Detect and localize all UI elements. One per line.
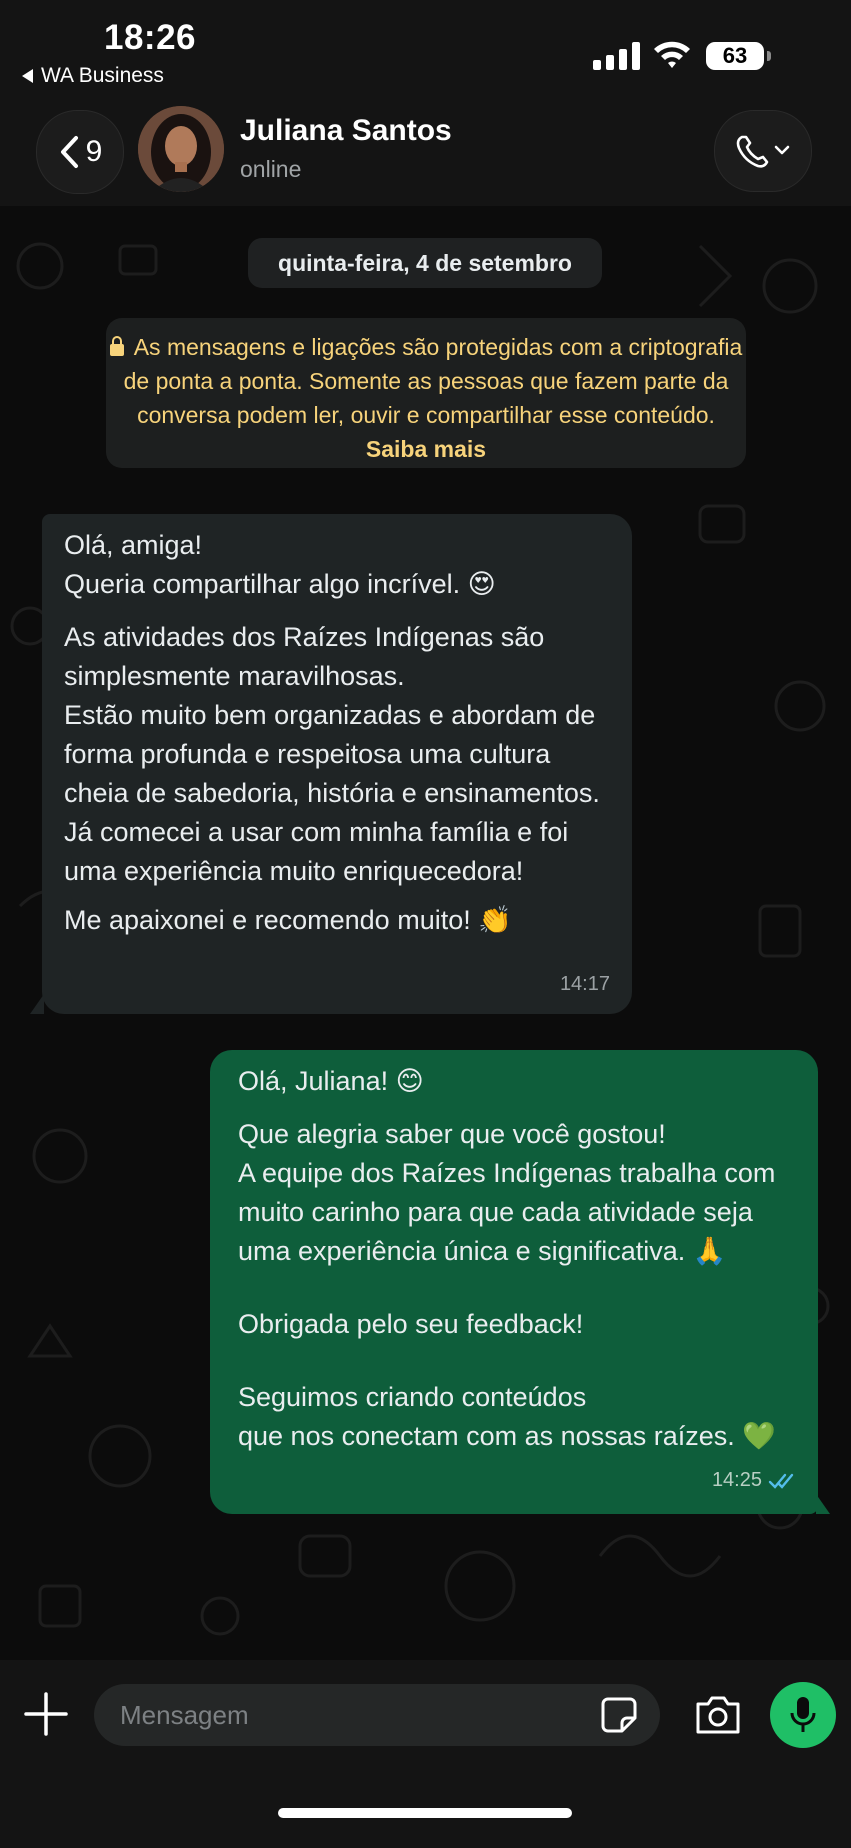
- wifi-icon: [654, 41, 690, 68]
- incoming-message[interactable]: Olá, amiga! Queria compartilhar algo inc…: [30, 514, 632, 1014]
- contact-name[interactable]: Juliana Santos: [240, 114, 452, 148]
- encryption-notice[interactable]: As mensagens e ligações são protegidas c…: [106, 318, 746, 468]
- message-text: Que alegria saber que você gostou! A equ…: [238, 1119, 776, 1266]
- message-time: 14:25: [711, 1469, 762, 1491]
- microphone-button[interactable]: [770, 1682, 836, 1748]
- message-text: As atividades dos Raízes Indígenas são s…: [64, 622, 600, 886]
- phone-icon: [736, 135, 790, 168]
- battery-icon: 63: [706, 42, 771, 70]
- lock-icon: [109, 336, 124, 356]
- back-triangle-icon: [22, 69, 33, 83]
- message-composer: Mensagem: [0, 1660, 851, 1848]
- back-app-label: WA Business: [41, 64, 164, 87]
- message-text: Olá, amiga! Queria compartilhar algo inc…: [64, 530, 496, 599]
- encryption-text: As mensagens e ligações são protegidas c…: [123, 334, 743, 428]
- outgoing-message[interactable]: Olá, Juliana! 😊 Que alegria saber que vo…: [210, 1050, 830, 1514]
- camera-icon[interactable]: [694, 1692, 742, 1736]
- contact-status: online: [240, 156, 302, 182]
- attach-plus-icon[interactable]: [22, 1690, 70, 1738]
- status-bar: 18:26 WA Business 63: [0, 0, 851, 96]
- message-text: Seguimos criando conteúdos que nos conec…: [238, 1382, 776, 1451]
- avatar-photo: [138, 106, 224, 192]
- sticker-icon[interactable]: [600, 1696, 638, 1734]
- home-indicator[interactable]: [278, 1808, 572, 1818]
- message-text: Me apaixonei e recomendo muito! 👏: [64, 905, 512, 935]
- date-separator: quinta-feira, 4 de setembro: [248, 238, 602, 288]
- message-time: 14:17: [559, 973, 610, 995]
- back-button[interactable]: 9: [36, 110, 124, 194]
- message-meta: 14:25: [712, 1461, 796, 1500]
- message-text: Obrigada pelo seu feedback!: [238, 1309, 584, 1339]
- avatar[interactable]: [138, 106, 224, 192]
- microphone-icon: [790, 1697, 816, 1732]
- chevron-left-icon: [60, 136, 78, 168]
- double-check-read-icon: [768, 1473, 794, 1489]
- chat-area[interactable]: quinta-feira, 4 de setembro As mensagens…: [0, 206, 851, 1660]
- learn-more-link[interactable]: Saiba mais: [366, 436, 486, 462]
- call-button[interactable]: [714, 110, 812, 192]
- status-time: 18:26: [104, 18, 197, 57]
- unread-count: 9: [85, 135, 103, 168]
- cellular-signal-icon: [593, 42, 640, 70]
- message-input[interactable]: Mensagem: [94, 1684, 660, 1746]
- message-text: Olá, Juliana! 😊: [238, 1066, 424, 1096]
- back-to-app-link[interactable]: WA Business: [22, 64, 164, 88]
- chat-header: 9 Juliana Santos online: [0, 96, 851, 206]
